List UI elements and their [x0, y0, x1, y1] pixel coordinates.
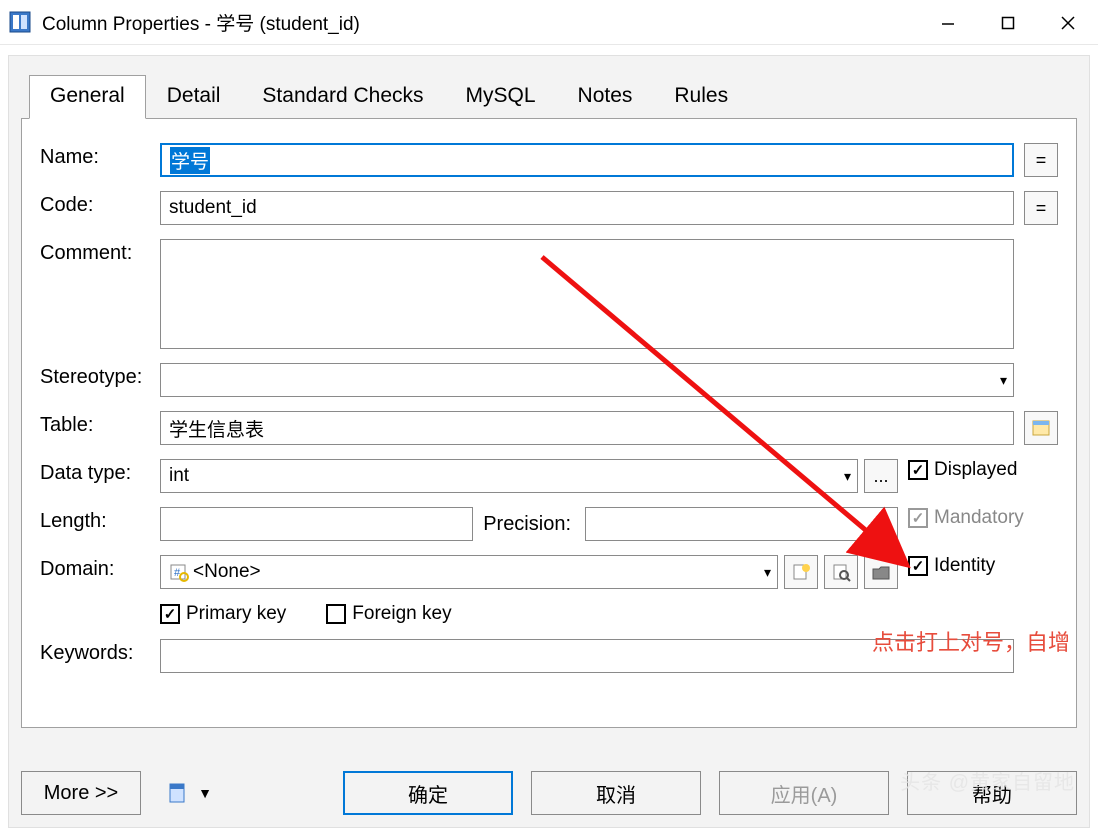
annotation-text: 点击打上对号，自增	[872, 625, 1070, 657]
displayed-checkbox[interactable]: Displayed	[908, 459, 1017, 481]
stereotype-combo[interactable]: ▾	[160, 363, 1014, 397]
tab-standard-checks[interactable]: Standard Checks	[241, 75, 444, 119]
app-icon	[8, 10, 32, 34]
cancel-button[interactable]: 取消	[531, 771, 701, 815]
domain-find-button[interactable]	[824, 555, 858, 589]
comment-field[interactable]	[160, 239, 1014, 349]
titlebar: Column Properties - 学号 (student_id)	[0, 0, 1098, 45]
chevron-down-icon: ▼	[198, 785, 212, 801]
label-domain: Domain:	[40, 555, 160, 581]
label-keywords: Keywords:	[40, 639, 160, 665]
resource-dropdown[interactable]: ▼	[159, 771, 219, 815]
window-controls	[918, 0, 1098, 44]
precision-field[interactable]	[585, 507, 898, 541]
code-field[interactable]	[160, 191, 1014, 225]
primarykey-checkbox[interactable]: Primary key	[160, 603, 286, 625]
length-field[interactable]	[160, 507, 473, 541]
table-field[interactable]	[160, 411, 1014, 445]
watermark-text: 头条 @黄家自留地	[900, 766, 1075, 795]
minimize-button[interactable]	[918, 0, 978, 45]
domain-new-button[interactable]	[784, 555, 818, 589]
apply-button[interactable]: 应用(A)	[719, 771, 889, 815]
chevron-down-icon: ▾	[844, 468, 851, 485]
label-stereotype: Stereotype:	[40, 363, 160, 389]
datatype-value: int	[169, 465, 189, 487]
code-sync-button[interactable]: =	[1024, 191, 1058, 225]
datatype-combo[interactable]: int ▾	[160, 459, 858, 493]
ok-button[interactable]: 确定	[343, 771, 513, 815]
identity-checkbox[interactable]: Identity	[908, 555, 995, 577]
domain-open-button[interactable]	[864, 555, 898, 589]
domain-combo[interactable]: # <None> ▾	[160, 555, 778, 589]
tab-detail[interactable]: Detail	[146, 75, 242, 119]
tabstrip: General Detail Standard Checks MySQL Not…	[29, 74, 1077, 118]
mandatory-checkbox: Mandatory	[908, 507, 1024, 529]
domain-icon: #	[169, 562, 189, 582]
tab-rules[interactable]: Rules	[653, 75, 749, 119]
name-sync-button[interactable]: =	[1024, 143, 1058, 177]
label-name: Name:	[40, 143, 160, 169]
label-code: Code:	[40, 191, 160, 217]
domain-value: <None>	[193, 561, 261, 583]
dialog-body: General Detail Standard Checks MySQL Not…	[8, 55, 1090, 828]
more-button[interactable]: More >>	[21, 771, 141, 815]
close-button[interactable]	[1038, 0, 1098, 45]
resource-icon	[166, 780, 192, 806]
tab-mysql[interactable]: MySQL	[445, 75, 557, 119]
label-table: Table:	[40, 411, 160, 437]
tab-general[interactable]: General	[29, 75, 146, 119]
label-precision: Precision:	[479, 513, 579, 536]
maximize-button[interactable]	[978, 0, 1038, 45]
foreignkey-checkbox[interactable]: Foreign key	[326, 603, 451, 625]
tabpane-general: Name: 学号 = Code: = Comment: Stereotype:	[21, 118, 1077, 728]
name-field[interactable]: 学号	[160, 143, 1014, 177]
table-properties-button[interactable]	[1024, 411, 1058, 445]
chevron-down-icon: ▾	[764, 564, 771, 581]
name-value: 学号	[170, 147, 210, 174]
window-title: Column Properties - 学号 (student_id)	[42, 9, 918, 36]
datatype-browse-button[interactable]: ...	[864, 459, 898, 493]
label-comment: Comment:	[40, 239, 160, 265]
chevron-down-icon: ▾	[1000, 372, 1007, 389]
label-datatype: Data type:	[40, 459, 160, 485]
tab-notes[interactable]: Notes	[557, 75, 654, 119]
label-length: Length:	[40, 507, 160, 533]
